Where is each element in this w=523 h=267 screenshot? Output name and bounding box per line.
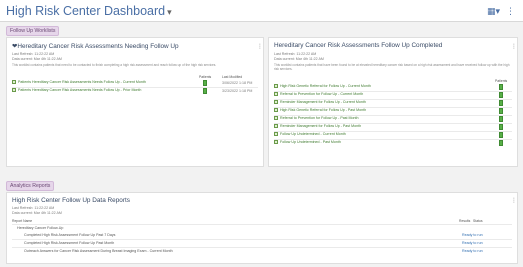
row-divider bbox=[12, 239, 512, 240]
worklist-icon bbox=[274, 116, 278, 121]
worklist-panel-needing-followup: ❤Hereditary Cancer Risk Assessments Need… bbox=[6, 37, 264, 167]
list-item-label: Reminder Management for Follow Up - Curr… bbox=[280, 100, 366, 104]
count-badge[interactable] bbox=[499, 116, 503, 122]
ready-to-run-link[interactable]: Ready to run bbox=[462, 241, 483, 245]
panel-menu-icon[interactable]: ⋮ bbox=[511, 197, 517, 204]
more-icon[interactable]: ⋮ bbox=[506, 6, 515, 16]
section-label-followup: Follow Up Worklists bbox=[6, 26, 60, 36]
panel-menu-icon[interactable]: ⋮ bbox=[257, 43, 263, 50]
list-item-label: Follow Up Undetermined - Past Month bbox=[280, 140, 341, 144]
ready-to-run-link[interactable]: Ready to run bbox=[462, 233, 483, 237]
row-divider bbox=[12, 224, 512, 225]
last-modified-date: 3/06/2022 1:18 PM bbox=[222, 81, 253, 85]
header-toolbar: ▦▾ ⋮ bbox=[481, 6, 515, 17]
worklist-icon bbox=[274, 132, 278, 137]
list-item-label: Patients Hereditary Cancer Risk Assessme… bbox=[18, 80, 146, 84]
panel-title[interactable]: High Risk Center Follow Up Data Reports bbox=[12, 197, 130, 204]
last-refresh: Last Refresh: 11:22:22 AM bbox=[274, 52, 317, 56]
data-current-text: Data current: Mar 4th 11:22 AM bbox=[12, 211, 62, 215]
panel-description: This worklist contains patients that hav… bbox=[274, 63, 510, 72]
grid-icon[interactable]: ▦▾ bbox=[487, 6, 500, 16]
col-header-patients: Patients bbox=[199, 75, 212, 79]
analytics-reports-panel: High Risk Center Follow Up Data Reports … bbox=[6, 192, 518, 264]
count-badge[interactable] bbox=[499, 92, 503, 98]
list-item-label: Follow Up Undetermined - Current Month bbox=[280, 132, 346, 136]
count-badge[interactable] bbox=[499, 84, 503, 90]
worklist-panel-followup-completed: Hereditary Cancer Risk Assessments Follo… bbox=[268, 37, 518, 167]
dashboard-header: High Risk Center Dashboard ▾ ▦▾ ⋮ bbox=[0, 0, 523, 22]
worklist-icon bbox=[274, 124, 278, 129]
worklist-icon bbox=[274, 100, 278, 105]
last-refresh: Last Refresh: 11:22:22 AM bbox=[12, 52, 55, 56]
list-item-label: High Risk Genetic Referral for Follow Up… bbox=[280, 84, 371, 88]
last-modified-date: 3/23/2022 1:18 PM bbox=[222, 89, 253, 93]
page-title[interactable]: High Risk Center Dashboard ▾ bbox=[6, 4, 172, 18]
list-item[interactable]: Follow Up Undetermined - Past Month bbox=[274, 140, 341, 147]
data-current-text: Data current: Mar 4th 11:22 AM bbox=[274, 57, 324, 61]
worklist-icon bbox=[274, 92, 278, 97]
count-badge[interactable] bbox=[499, 100, 503, 106]
count-badge[interactable] bbox=[499, 124, 503, 130]
header-divider bbox=[0, 21, 523, 22]
list-item[interactable]: Patients Hereditary Cancer Risk Assessme… bbox=[12, 88, 141, 95]
count-badge[interactable] bbox=[499, 132, 503, 138]
panel-menu-icon[interactable]: ⋮ bbox=[511, 43, 517, 50]
count-badge[interactable] bbox=[203, 80, 207, 86]
table-row[interactable]: Outreach Answers for Cancer Risk Assessm… bbox=[24, 249, 173, 253]
col-header-report-name: Report Name bbox=[12, 219, 33, 223]
worklist-icon bbox=[274, 108, 278, 113]
table-row[interactable]: Completed High Risk Assessment Follow Up… bbox=[24, 233, 115, 237]
report-group-label[interactable]: Hereditary Cancer Follow-Up bbox=[17, 226, 63, 230]
list-item[interactable]: Follow Up Undetermined - Current Month bbox=[274, 132, 346, 139]
list-item[interactable]: Patients Hereditary Cancer Risk Assessme… bbox=[12, 80, 146, 87]
count-badge[interactable] bbox=[499, 140, 503, 146]
worklist-icon bbox=[12, 80, 16, 85]
list-item-label: Referral to Prevention for Follow Up - P… bbox=[280, 116, 359, 120]
panel-title[interactable]: Hereditary Cancer Risk Assessments Follo… bbox=[274, 42, 442, 49]
ready-to-run-link[interactable]: Ready to run bbox=[462, 249, 483, 253]
col-header-results: Results bbox=[459, 219, 471, 223]
list-item[interactable]: Referral to Prevention for Follow Up - C… bbox=[274, 92, 363, 99]
worklist-icon bbox=[12, 88, 16, 93]
page-title-text: High Risk Center Dashboard bbox=[6, 4, 166, 18]
count-badge[interactable] bbox=[203, 88, 207, 94]
row-divider bbox=[12, 247, 512, 248]
section-label-analytics: Analytics Reports bbox=[6, 181, 55, 191]
panel-description: This worklist contains patients that nee… bbox=[12, 63, 217, 67]
panel-title[interactable]: ❤Hereditary Cancer Risk Assessments Need… bbox=[12, 42, 179, 50]
list-item-label: Referral to Prevention for Follow Up - C… bbox=[280, 92, 364, 96]
list-item[interactable]: High Risk Genetic Referral for Follow Up… bbox=[274, 108, 366, 115]
list-item-label: High Risk Genetic Referral for Follow Up… bbox=[280, 108, 367, 112]
list-item-label: Patients Hereditary Cancer Risk Assessme… bbox=[18, 88, 142, 92]
col-header-status: Status bbox=[473, 219, 483, 223]
last-refresh: Last Refresh: 11:22:22 AM bbox=[12, 206, 55, 210]
list-item[interactable]: Reminder Management for Follow Up - Curr… bbox=[274, 100, 366, 107]
title-dropdown-icon[interactable]: ▾ bbox=[167, 7, 172, 17]
col-header-last-modified: Last Modified bbox=[222, 75, 243, 79]
list-item[interactable]: Reminder Management for Follow Up - Past… bbox=[274, 124, 361, 131]
list-item[interactable]: High Risk Genetic Referral for Follow Up… bbox=[274, 84, 371, 91]
list-item[interactable]: Referral to Prevention for Follow Up - P… bbox=[274, 116, 359, 123]
count-badge[interactable] bbox=[499, 108, 503, 114]
data-current-text: Data current: Mar 4th 11:22 AM bbox=[12, 57, 62, 61]
worklist-icon bbox=[274, 84, 278, 89]
list-item-label: Reminder Management for Follow Up - Past… bbox=[280, 124, 362, 128]
col-header-patients: Patients bbox=[495, 79, 508, 83]
table-row[interactable]: Completed High Risk Assessment Follow Up… bbox=[24, 241, 114, 245]
worklist-icon bbox=[274, 140, 278, 145]
